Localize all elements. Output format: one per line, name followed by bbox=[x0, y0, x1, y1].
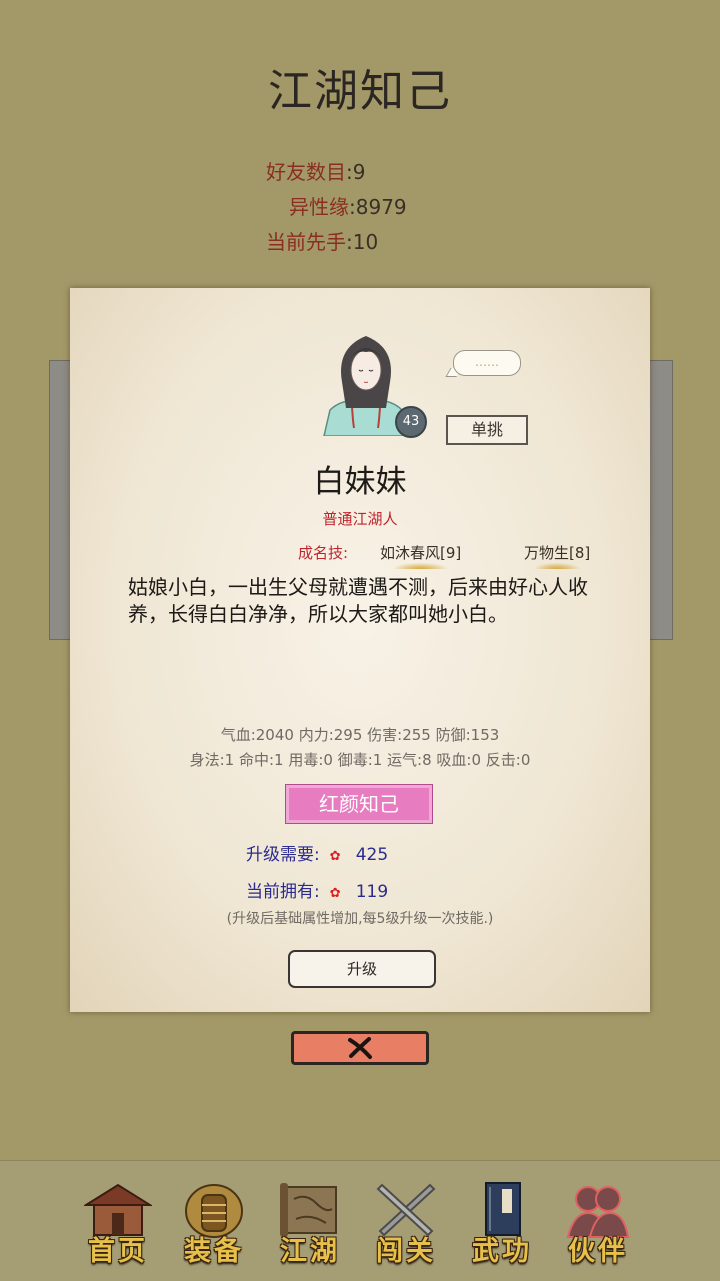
nav-label: 伙伴 bbox=[568, 1236, 628, 1267]
nav-label: 闯关 bbox=[376, 1236, 436, 1267]
companion-rank: 普通江湖人 bbox=[322, 510, 398, 528]
friend-count: 好友数目:9 bbox=[266, 160, 366, 184]
rose-icon: ✿ bbox=[329, 849, 341, 864]
signature-skills-label: 成名技: bbox=[298, 544, 349, 562]
initiative-stat: 当前先手:10 bbox=[266, 230, 379, 254]
speech-bubble: …… bbox=[453, 350, 521, 376]
nav-martial-arts[interactable]: 武功 bbox=[460, 1171, 544, 1271]
page-title: 江湖知己 bbox=[268, 66, 452, 117]
friend-count-value: 9 bbox=[352, 160, 366, 184]
skill-item[interactable]: 如沐春风[9] bbox=[376, 542, 466, 569]
skill-item[interactable]: 万物生[8] bbox=[520, 542, 595, 569]
rose-icon: ✿ bbox=[329, 886, 341, 901]
upgrade-requirement: 升级需要: ✿ 425 bbox=[246, 840, 388, 865]
nav-companions[interactable]: 伙伴 bbox=[556, 1171, 640, 1271]
current-own-value: 119 bbox=[355, 882, 389, 902]
attributes-line-1: 气血:2040 内力:295 伤害:255 防御:153 bbox=[220, 726, 500, 744]
nav-equipment[interactable]: 装备 bbox=[172, 1171, 256, 1271]
bottom-navigation: 首页 装备 江湖 闯关 武功 伙伴 bbox=[0, 1160, 720, 1281]
nav-jianghu[interactable]: 江湖 bbox=[268, 1171, 352, 1271]
initiative-label: 当前先手 bbox=[266, 230, 346, 254]
nav-label: 首页 bbox=[88, 1236, 148, 1267]
friend-count-label: 好友数目 bbox=[266, 160, 346, 184]
close-button[interactable] bbox=[291, 1031, 429, 1065]
current-own-label: 当前拥有: bbox=[246, 882, 320, 902]
upgrade-need-label: 升级需要: bbox=[246, 845, 320, 865]
level-badge: 43 bbox=[395, 406, 427, 438]
attributes-line-2: 身法:1 命中:1 用毒:0 御毒:1 运气:8 吸血:0 反击:0 bbox=[189, 751, 531, 769]
initiative-value: 10 bbox=[352, 230, 379, 254]
duel-button[interactable]: 单挑 bbox=[446, 415, 528, 445]
upgrade-note: (升级后基础属性增加,每5级升级一次技能.) bbox=[226, 911, 494, 927]
charm-label: 异性缘 bbox=[289, 195, 349, 219]
upgrade-need-value: 425 bbox=[355, 845, 389, 865]
confidante-button[interactable]: 红颜知己 bbox=[285, 784, 433, 824]
nav-challenge[interactable]: 闯关 bbox=[364, 1171, 448, 1271]
companion-detail-dialog: 43 …… 单挑 白妹妹 普通江湖人 成名技: 如沐春风[9] 万物生[8] 姑… bbox=[70, 288, 650, 1012]
companion-description: 姑娘小白，一出生父母就遭遇不测，后来由好心人收养，长得白白净净，所以大家都叫她小… bbox=[128, 575, 588, 626]
upgrade-button[interactable]: 升级 bbox=[288, 950, 436, 988]
nav-home[interactable]: 首页 bbox=[76, 1171, 160, 1271]
current-owned: 当前拥有: ✿ 119 bbox=[246, 877, 388, 902]
right-side-panel bbox=[649, 360, 673, 640]
charm-value: 8979 bbox=[355, 195, 407, 219]
nav-label: 装备 bbox=[184, 1236, 244, 1267]
nav-label: 江湖 bbox=[280, 1236, 340, 1267]
charm-stat: 异性缘:8979 bbox=[289, 195, 407, 219]
close-icon bbox=[348, 1037, 372, 1059]
nav-label: 武功 bbox=[472, 1236, 532, 1267]
companion-name: 白妹妹 bbox=[313, 464, 407, 500]
